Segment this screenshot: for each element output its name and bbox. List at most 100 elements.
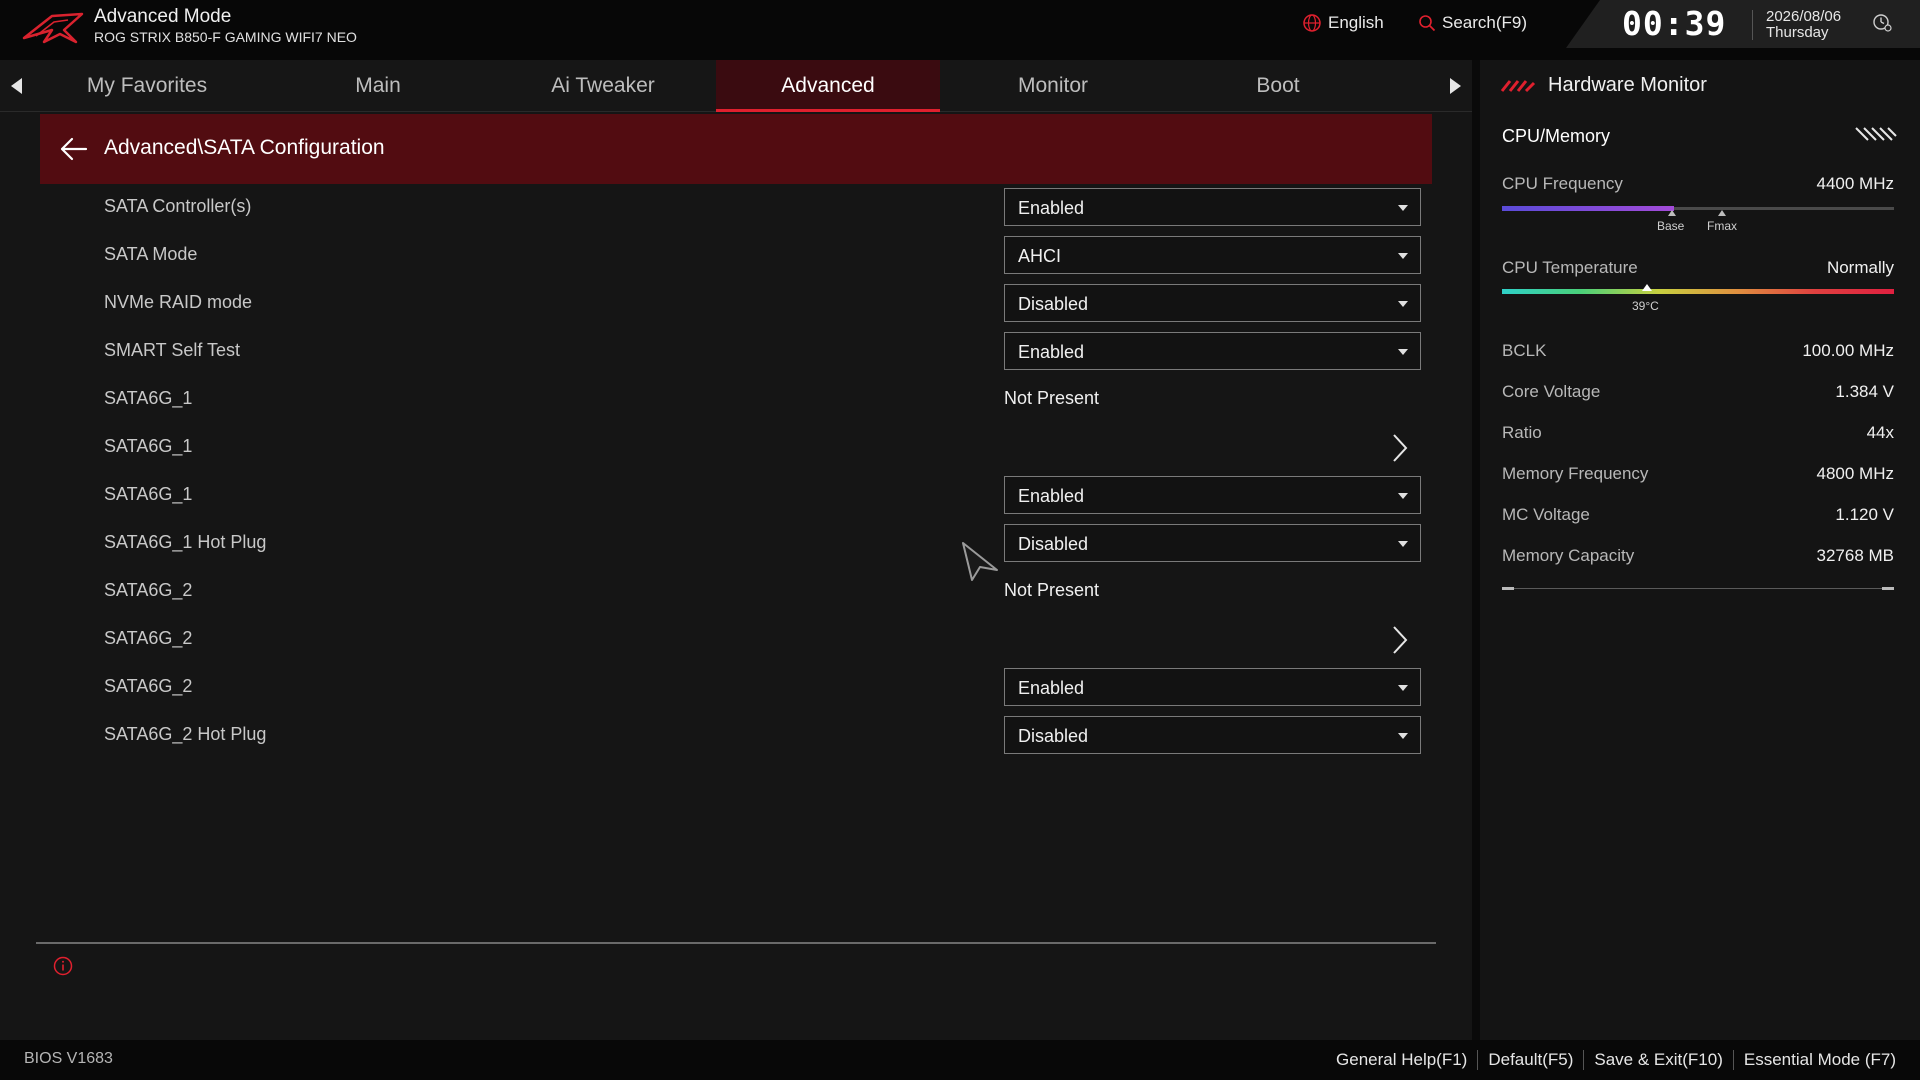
tab-my-favorites[interactable]: My Favorites <box>35 60 259 112</box>
search-button[interactable]: Search(F9) <box>1418 13 1527 33</box>
clock: 00:39 <box>1622 4 1727 43</box>
hardware-monitor-header: Hardware Monitor <box>1500 74 1707 97</box>
hardware-monitor-end-divider <box>1502 587 1894 590</box>
chevron-right-icon[interactable] <box>1390 624 1410 656</box>
date-separator <box>1752 10 1753 40</box>
setting-row-sata6g-2-enable: SATA6G_2 Enabled <box>40 664 1432 710</box>
info-icon <box>53 956 73 976</box>
caret-down-icon <box>1398 349 1408 355</box>
stat-label: BCLK <box>1502 341 1547 360</box>
dropdown-value: Enabled <box>1018 342 1085 362</box>
main-navigation: My Favorites Main Ai Tweaker Advanced Mo… <box>0 60 1472 112</box>
setting-label: SATA6G_1 <box>104 484 193 504</box>
date-text: 2026/08/06 <box>1766 8 1842 25</box>
port-status-value: Not Present <box>1004 580 1100 600</box>
base-label: Base <box>1657 219 1685 233</box>
sata6g-2-hot-plug-dropdown[interactable]: Disabled <box>1004 716 1421 754</box>
caret-down-icon <box>1398 253 1408 259</box>
stat-value: 100.00 MHz <box>1802 341 1894 360</box>
stat-value: 4400 MHz <box>1816 174 1894 193</box>
setting-label: SATA6G_2 <box>104 580 193 600</box>
setting-row-sata6g-1-enable: SATA6G_1 Enabled <box>40 472 1432 518</box>
temperature-marker-icon <box>1642 284 1652 291</box>
setting-row-sata6g-1-submenu[interactable]: SATA6G_1 <box>40 424 1432 470</box>
function-key-bar: General Help(F1) Default(F5) Save & Exit… <box>1326 1050 1906 1070</box>
hardware-monitor-panel: Hardware Monitor CPU/Memory CPU Frequenc… <box>1480 60 1920 1040</box>
caret-down-icon <box>1398 685 1408 691</box>
weekday-text: Thursday <box>1766 24 1829 41</box>
nvme-raid-mode-dropdown[interactable]: Disabled <box>1004 284 1421 322</box>
smart-self-test-dropdown[interactable]: Enabled <box>1004 332 1421 370</box>
cpu-temperature-bar: 39°C <box>1502 284 1894 313</box>
search-label: Search(F9) <box>1442 13 1528 32</box>
stat-value: 4800 MHz <box>1816 464 1894 483</box>
cpu-memory-section-title: CPU/Memory <box>1502 126 1611 146</box>
nav-left-arrow-icon[interactable] <box>8 76 24 96</box>
breadcrumb-path: Advanced\SATA Configuration <box>104 136 385 159</box>
breadcrumb: Advanced\SATA Configuration <box>40 114 1432 184</box>
divider-cap-right <box>1882 587 1894 590</box>
back-arrow-icon[interactable] <box>58 136 88 162</box>
default-button[interactable]: Default(F5) <box>1477 1050 1583 1070</box>
caret-down-icon <box>1398 733 1408 739</box>
tab-boot[interactable]: Boot <box>1166 60 1390 112</box>
footer-bar: BIOS V1683 General Help(F1) Default(F5) … <box>0 1040 1920 1080</box>
nav-right-arrow-icon[interactable] <box>1448 76 1464 96</box>
tab-monitor[interactable]: Monitor <box>941 60 1165 112</box>
setting-row-smart-self-test: SMART Self Test Enabled <box>40 328 1432 374</box>
stat-label: Memory Frequency <box>1502 464 1649 483</box>
stat-value: 32768 MB <box>1816 546 1895 565</box>
stat-value: 44x <box>1866 423 1894 442</box>
chevron-right-icon[interactable] <box>1390 432 1410 464</box>
general-help-button[interactable]: General Help(F1) <box>1326 1050 1477 1070</box>
help-divider <box>36 942 1436 944</box>
divider-cap-left <box>1502 587 1514 590</box>
stat-value: 1.384 V <box>1835 382 1894 401</box>
rog-logo-icon <box>22 12 84 44</box>
dropdown-value: Enabled <box>1018 198 1085 218</box>
sata6g-1-hot-plug-dropdown[interactable]: Disabled <box>1004 524 1421 562</box>
clock-settings-icon[interactable] <box>1871 11 1893 33</box>
language-selector[interactable]: English <box>1302 13 1384 33</box>
caret-down-icon <box>1398 301 1408 307</box>
stat-value: 1.120 V <box>1835 505 1894 524</box>
mode-title: Advanced Mode <box>94 6 232 27</box>
setting-row-sata6g-2-status: SATA6G_2 Not Present <box>40 568 1432 614</box>
setting-row-sata6g-1-hot-plug: SATA6G_1 Hot Plug Disabled <box>40 520 1432 566</box>
dropdown-value: Disabled <box>1018 726 1089 746</box>
stat-label: CPU Frequency <box>1502 174 1623 193</box>
setting-row-nvme-raid-mode: NVMe RAID mode Disabled <box>40 280 1432 326</box>
setting-row-sata6g-1-status: SATA6G_1 Not Present <box>40 376 1432 422</box>
port-status-value: Not Present <box>1004 388 1100 408</box>
save-exit-button[interactable]: Save & Exit(F10) <box>1583 1050 1733 1070</box>
board-name: ROG STRIX B850-F GAMING WIFI7 NEO <box>94 29 357 45</box>
dropdown-value: Enabled <box>1018 486 1085 506</box>
dropdown-value: Enabled <box>1018 678 1085 698</box>
stat-label: CPU Temperature <box>1502 258 1638 277</box>
top-bar: Advanced Mode ROG STRIX B850-F GAMING WI… <box>0 0 1920 60</box>
search-icon <box>1419 15 1436 32</box>
caret-down-icon <box>1398 493 1408 499</box>
setting-label: SATA6G_2 <box>104 676 193 696</box>
tab-advanced[interactable]: Advanced <box>716 60 940 112</box>
essential-mode-button[interactable]: Essential Mode (F7) <box>1732 1050 1906 1070</box>
language-label: English <box>1328 13 1384 32</box>
temperature-marker-label: 39°C <box>1632 299 1659 313</box>
setting-row-sata6g-2-submenu[interactable]: SATA6G_2 <box>40 616 1432 662</box>
cpu-frequency-bar: Base Fmax <box>1502 206 1894 233</box>
sata-mode-dropdown[interactable]: AHCI <box>1004 236 1421 274</box>
date-display: 2026/08/06 Thursday <box>1766 9 1841 41</box>
panel-divider <box>1472 60 1480 1040</box>
setting-label: SMART Self Test <box>104 340 241 360</box>
sata6g-1-dropdown[interactable]: Enabled <box>1004 476 1421 514</box>
stat-label: Memory Capacity <box>1502 546 1635 565</box>
dropdown-value: Disabled <box>1018 534 1089 554</box>
sata-controllers-dropdown[interactable]: Enabled <box>1004 188 1421 226</box>
setting-label: SATA6G_1 Hot Plug <box>104 532 267 552</box>
base-marker-icon <box>1668 210 1676 216</box>
sata6g-2-dropdown[interactable]: Enabled <box>1004 668 1421 706</box>
setting-label: SATA6G_1 <box>104 436 193 456</box>
tab-main[interactable]: Main <box>266 60 490 112</box>
setting-label: NVMe RAID mode <box>104 292 253 312</box>
tab-ai-tweaker[interactable]: Ai Tweaker <box>491 60 715 112</box>
